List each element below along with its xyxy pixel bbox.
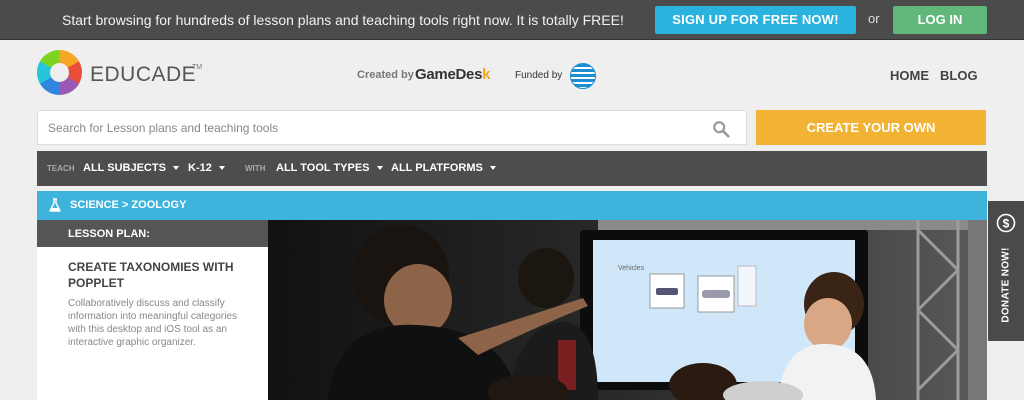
att-logo-icon[interactable] [570, 63, 596, 89]
funded-by-label: Funded by [515, 70, 563, 81]
lesson-type-label: LESSON PLAN: [68, 228, 150, 240]
nav-blog-link[interactable]: BLOG [940, 68, 978, 83]
gamedesk-logo[interactable]: GameDesk [415, 66, 490, 83]
chevron-down-icon [376, 166, 383, 171]
nav-home-link[interactable]: HOME [890, 68, 929, 83]
flask-icon [49, 198, 61, 212]
with-label: WITH [245, 164, 266, 173]
dollar-icon: $ [996, 213, 1016, 233]
platforms-dropdown-label: ALL PLATFORMS [391, 162, 483, 174]
svg-text:$: $ [1003, 217, 1010, 231]
signup-button[interactable]: SIGN UP FOR FREE NOW! [655, 6, 856, 34]
gamedesk-logo-main: GameDes [415, 66, 483, 83]
or-text: or [868, 11, 880, 26]
lesson-card[interactable]: CREATE TAXONOMIES WITH POPPLET Collabora… [37, 247, 268, 400]
lesson-title[interactable]: CREATE TAXONOMIES WITH POPPLET [68, 259, 248, 291]
lesson-type-header: LESSON PLAN: [37, 220, 268, 247]
logo-text[interactable]: EDUCADE [90, 63, 196, 87]
educade-logo-icon[interactable] [37, 50, 82, 95]
filter-bar: TEACH ALL SUBJECTS K-12 WITH ALL TOOL TY… [37, 151, 987, 186]
subjects-dropdown[interactable]: ALL SUBJECTS [83, 151, 179, 186]
tool-types-dropdown-label: ALL TOOL TYPES [276, 162, 370, 174]
search-input[interactable] [48, 111, 688, 144]
donate-tab[interactable]: $ DONATE NOW! [988, 201, 1024, 341]
lesson-photo[interactable]: Vehicles [268, 220, 987, 400]
tool-types-dropdown[interactable]: ALL TOOL TYPES [276, 151, 383, 186]
login-button[interactable]: LOG IN [893, 6, 987, 34]
grade-dropdown[interactable]: K-12 [188, 151, 225, 186]
created-by-label: Created by [357, 69, 414, 81]
platforms-dropdown[interactable]: ALL PLATFORMS [391, 151, 496, 186]
screen-label: Vehicles [618, 265, 645, 272]
chevron-down-icon [218, 166, 225, 171]
classroom-photo-illustration: Vehicles [268, 220, 987, 400]
promo-text: Start browsing for hundreds of lesson pl… [62, 12, 624, 28]
chevron-down-icon [489, 166, 496, 171]
logo-trademark: TM [192, 64, 203, 71]
gamedesk-logo-k: k [482, 66, 491, 83]
breadcrumb[interactable]: SCIENCE > ZOOLOGY [70, 199, 186, 211]
grade-dropdown-label: K-12 [188, 162, 212, 174]
lesson-description: Collaboratively discuss and classify inf… [68, 298, 237, 348]
promo-bar: Start browsing for hundreds of lesson pl… [0, 0, 1024, 40]
donate-label: DONATE NOW! [1000, 247, 1012, 323]
teach-label: TEACH [47, 164, 75, 173]
breadcrumb-bar: SCIENCE > ZOOLOGY [37, 191, 987, 220]
chevron-down-icon [172, 166, 179, 171]
subjects-dropdown-label: ALL SUBJECTS [83, 162, 166, 174]
search-icon[interactable] [712, 120, 730, 138]
create-your-own-button[interactable]: CREATE YOUR OWN [756, 110, 986, 145]
search-box [37, 110, 747, 145]
